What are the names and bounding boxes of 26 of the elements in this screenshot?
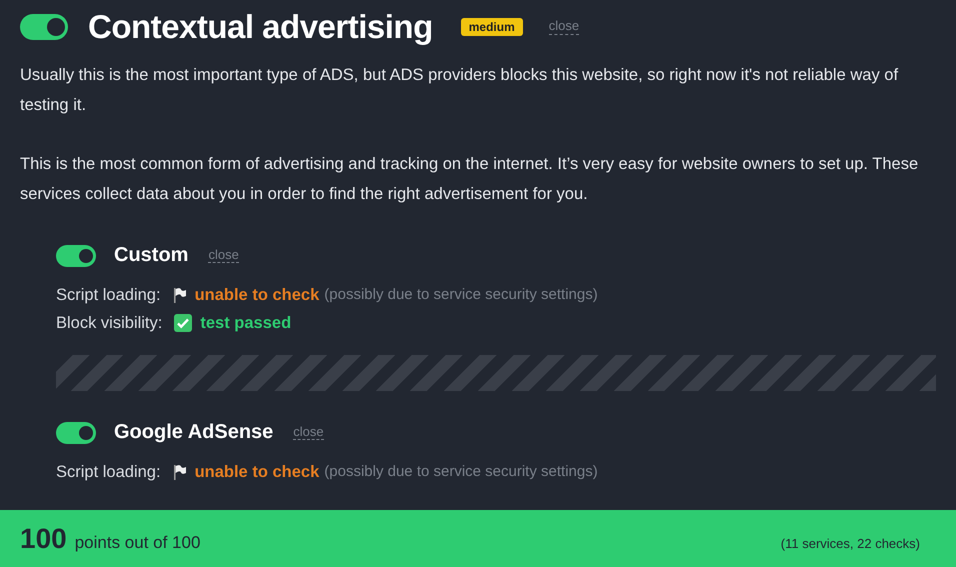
toggle-switch[interactable] xyxy=(20,14,68,40)
close-link[interactable]: close xyxy=(293,424,324,440)
close-link[interactable]: close xyxy=(548,19,580,35)
flag-icon xyxy=(172,287,187,303)
score-text: points out of 100 xyxy=(74,532,200,552)
section-title: Contextual advertising xyxy=(88,8,433,46)
score-value: 100 xyxy=(20,522,67,554)
flag-icon xyxy=(172,464,187,480)
description-text: Usually this is the most important type of ADS, but ADS providers blocks this website, so right now it's not reliable way of testing it. xyxy=(20,65,900,116)
check-note: (possibly due to service security settings) xyxy=(324,462,598,482)
toggle-switch[interactable] xyxy=(56,244,96,266)
check-result: unable to check xyxy=(194,285,320,306)
check-label: Script loading: xyxy=(56,285,161,306)
toggle-switch[interactable] xyxy=(56,422,96,444)
checkmark-icon xyxy=(174,314,192,332)
check-label: Block visibility: xyxy=(56,313,162,334)
summary-text: (11 services, 22 checks) xyxy=(780,536,920,551)
description-text: This is the most common form of advertising and tracking on the internet. It’s very easy for website owners to set up. These services collect data about you in order to find the right advertisement for you. xyxy=(20,154,920,205)
severity-badge: medium xyxy=(460,18,523,36)
service-title: Google AdSense xyxy=(114,421,274,444)
check-note: (possibly due to service security settings) xyxy=(324,285,598,305)
service-title: Custom xyxy=(114,244,188,267)
close-link[interactable]: close xyxy=(208,248,239,264)
check-result: test passed xyxy=(200,313,292,334)
check-result: unable to check xyxy=(194,462,320,483)
check-label: Script loading: xyxy=(56,462,161,483)
